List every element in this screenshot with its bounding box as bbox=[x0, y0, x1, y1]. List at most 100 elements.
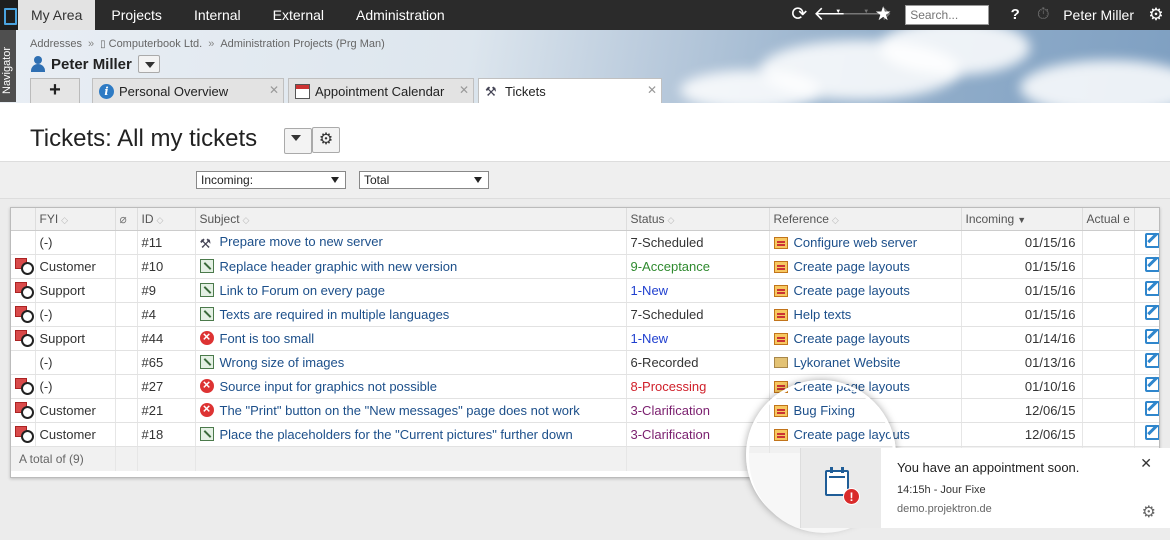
tab-label: Appointment Calendar bbox=[315, 83, 445, 99]
id-cell: #4 bbox=[137, 302, 196, 327]
table-row[interactable]: (-) #11 ⚒ Prepare move to new server 7-Sched… bbox=[11, 230, 1159, 255]
edit-icon[interactable] bbox=[1145, 305, 1159, 320]
fyi-reminder-icon[interactable] bbox=[15, 257, 34, 275]
table-row[interactable]: Customer #21 The "Print" button on the "Ne… bbox=[11, 398, 1159, 423]
incoming-date-cell: 01/13/16 bbox=[961, 350, 1083, 375]
notification-settings-gear-icon[interactable]: ⚙ bbox=[1142, 502, 1156, 522]
nav-tab-external[interactable]: External bbox=[257, 0, 340, 30]
navigator-toggle[interactable]: Navigator bbox=[0, 30, 16, 102]
reference-link[interactable]: Lykoranet Website bbox=[794, 355, 901, 370]
actual-cell bbox=[1082, 302, 1135, 327]
fyi-reminder-icon[interactable] bbox=[15, 401, 34, 419]
table-row[interactable]: (-) #65 Wrong size of images 6-Recorded Lyko… bbox=[11, 350, 1159, 375]
close-tab-icon[interactable]: ✕ bbox=[459, 83, 469, 97]
alert-icon: ! bbox=[843, 488, 860, 505]
breadcrumb-item[interactable]: Addresses bbox=[30, 38, 82, 50]
search-input[interactable] bbox=[905, 5, 990, 25]
nav-tab-internal[interactable]: Internal bbox=[178, 0, 257, 30]
ticket-subject-link[interactable]: Replace header graphic with new version bbox=[220, 259, 458, 274]
tab-tickets[interactable]: ⚒ Tickets ✕ bbox=[478, 78, 662, 103]
reference-link[interactable]: Bug Fixing bbox=[794, 403, 855, 418]
attachment-cell bbox=[115, 422, 138, 447]
table-row[interactable]: Customer #18 Place the placeholders for th… bbox=[11, 422, 1159, 447]
ticket-subject-link[interactable]: Place the placeholders for the "Current … bbox=[220, 427, 573, 442]
ticket-subject-link[interactable]: Source input for graphics not possible bbox=[220, 379, 438, 394]
ticket-subject-link[interactable]: Wrong size of images bbox=[220, 355, 345, 370]
ticket-subject-link[interactable]: Font is too small bbox=[220, 331, 315, 346]
reference-link[interactable]: Configure web server bbox=[794, 235, 918, 250]
fyi-reminder-icon[interactable] bbox=[15, 377, 34, 395]
reference-link[interactable]: Create page layouts bbox=[794, 331, 910, 346]
view-dropdown-button[interactable] bbox=[284, 128, 312, 154]
edit-icon[interactable] bbox=[1145, 257, 1159, 272]
subject-cell: The "Print" button on the "New messages"… bbox=[195, 398, 627, 423]
user-menu[interactable]: Peter Miller bbox=[1057, 7, 1142, 23]
edit-icon[interactable] bbox=[1145, 329, 1159, 344]
edit-icon[interactable] bbox=[1145, 377, 1159, 392]
add-tab-button[interactable]: + bbox=[30, 78, 80, 103]
close-tab-icon[interactable]: ✕ bbox=[269, 83, 279, 97]
fyi-cell: Customer bbox=[35, 254, 116, 279]
app-logo-icon[interactable] bbox=[0, 0, 18, 30]
reference-link[interactable]: Help texts bbox=[794, 307, 852, 322]
edit-icon[interactable] bbox=[1145, 353, 1159, 368]
view-settings-gear-icon[interactable]: ⚙ bbox=[312, 127, 340, 153]
column-header-status[interactable]: Status ◇ bbox=[626, 208, 770, 231]
column-header-fyi[interactable]: FYI ◇ bbox=[35, 208, 116, 231]
column-header-reference[interactable]: Reference ◇ bbox=[769, 208, 962, 231]
appointment-notification[interactable]: ! You have an appointment soon. 14:15h -… bbox=[800, 448, 1170, 528]
ticket-subject-link[interactable]: Link to Forum on every page bbox=[220, 283, 385, 298]
column-header-subject[interactable]: Subject ◇ bbox=[195, 208, 627, 231]
table-row[interactable]: Support #9 Link to Forum on every page 1-Ne… bbox=[11, 278, 1159, 303]
edit-icon[interactable] bbox=[1145, 281, 1159, 296]
main-nav-tabs: My Area Projects Internal External Admin… bbox=[18, 0, 461, 30]
notification-title: You have an appointment soon. bbox=[897, 460, 1080, 475]
edit-icon[interactable] bbox=[1145, 401, 1159, 416]
breadcrumb-item[interactable]: Administration Projects (Prg Man) bbox=[220, 38, 384, 50]
table-row[interactable]: (-) #27 Source input for graphics not poss… bbox=[11, 374, 1159, 399]
fyi-reminder-icon[interactable] bbox=[15, 305, 34, 323]
reference-link[interactable]: Create page layouts bbox=[794, 259, 910, 274]
stopwatch-icon[interactable]: ⏱ bbox=[1029, 0, 1057, 30]
refresh-icon[interactable]: ⟳ bbox=[785, 0, 813, 30]
tab-appointment-calendar[interactable]: Appointment Calendar ✕ bbox=[288, 78, 474, 103]
status-cell: 7-Scheduled bbox=[626, 302, 770, 327]
status-cell: 9-Acceptance bbox=[626, 254, 770, 279]
reference-link[interactable]: Create page layouts bbox=[794, 283, 910, 298]
total-filter-select[interactable]: Total bbox=[359, 171, 489, 189]
ticket-subject-link[interactable]: Texts are required in multiple languages bbox=[220, 307, 450, 322]
column-header-incoming[interactable]: Incoming ▼ bbox=[961, 208, 1083, 231]
close-notification-icon[interactable]: ✕ bbox=[1140, 455, 1152, 472]
reference-cell: Create page layouts bbox=[769, 278, 962, 303]
nav-tab-my-area[interactable]: My Area bbox=[18, 0, 96, 30]
tab-personal-overview[interactable]: i Personal Overview ✕ bbox=[92, 78, 284, 103]
table-row[interactable]: Customer #10 Replace header graphic with n… bbox=[11, 254, 1159, 279]
table-row[interactable]: Support #44 Font is too small 1-New Create p… bbox=[11, 326, 1159, 351]
settings-gear-icon[interactable]: ⚙ bbox=[1142, 0, 1170, 30]
status-cell: 1-New bbox=[626, 278, 770, 303]
person-dropdown-button[interactable] bbox=[137, 55, 160, 73]
breadcrumb-item[interactable]: Computerbook Ltd. bbox=[109, 38, 203, 50]
help-icon[interactable]: ? bbox=[1001, 0, 1029, 30]
edit-icon[interactable] bbox=[1145, 233, 1159, 248]
reference-link[interactable]: Create page layouts bbox=[794, 379, 910, 394]
column-header-attachment[interactable]: ⌀ bbox=[115, 208, 138, 231]
edit-icon[interactable] bbox=[1145, 425, 1159, 440]
table-row[interactable]: (-) #4 Texts are required in multiple lang… bbox=[11, 302, 1159, 327]
incoming-filter-select[interactable]: Incoming: bbox=[196, 171, 346, 189]
column-header-id[interactable]: ID ◇ bbox=[137, 208, 196, 231]
ticket-subject-link[interactable]: The "Print" button on the "New messages"… bbox=[220, 403, 580, 418]
fyi-reminder-icon[interactable] bbox=[15, 425, 34, 443]
back-arrow-icon[interactable]: 🡐 ▼ bbox=[813, 0, 864, 30]
favorites-star-icon[interactable]: ★ bbox=[869, 0, 897, 30]
info-icon: i bbox=[99, 83, 114, 99]
fyi-reminder-icon[interactable] bbox=[15, 329, 34, 347]
column-header-actual[interactable]: Actual e bbox=[1082, 208, 1135, 231]
nav-tab-projects[interactable]: Projects bbox=[95, 0, 178, 30]
ticket-subject-link[interactable]: Prepare move to new server bbox=[220, 234, 383, 249]
fyi-reminder-icon[interactable] bbox=[15, 281, 34, 299]
nav-tab-administration[interactable]: Administration bbox=[340, 0, 461, 30]
close-tab-icon[interactable]: ✕ bbox=[647, 83, 657, 97]
reference-link[interactable]: Create page layouts bbox=[794, 427, 910, 442]
forward-arrow-icon[interactable]: 🡒 ▼ bbox=[841, 0, 892, 30]
